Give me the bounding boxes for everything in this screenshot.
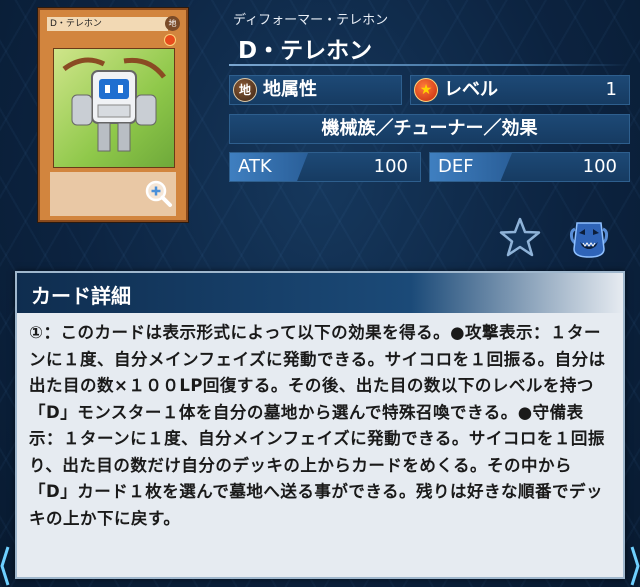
level-value: 1: [605, 79, 617, 100]
atk-label: ATK: [230, 153, 308, 181]
thumbnail-attribute-icon: 地: [165, 16, 180, 31]
def-value: 100: [582, 156, 617, 177]
attribute-label: 地属性: [263, 79, 317, 100]
card-detail-panel: カード詳細 ①：このカードは表示形式によって以下の効果を得る。●攻撃表示：１ター…: [15, 271, 625, 579]
magnifier-plus-icon[interactable]: [143, 178, 173, 208]
def-label: DEF: [430, 153, 512, 181]
card-artwork: [53, 48, 175, 168]
title-underline: [229, 64, 629, 66]
atk-row: ATK 100: [229, 152, 421, 182]
thumbnail-card-name: D・テレホン: [47, 17, 168, 31]
earth-attribute-icon: 地: [233, 78, 257, 102]
star-outline-icon[interactable]: [498, 215, 542, 259]
deck-pot-icon[interactable]: [566, 215, 612, 261]
level-star-icon: ★: [414, 78, 438, 102]
level-row: ★ レベル 1: [410, 75, 630, 105]
card-thumbnail[interactable]: D・テレホン 地: [38, 8, 188, 222]
atk-value: 100: [373, 156, 408, 177]
attribute-row: 地 地属性: [229, 75, 402, 105]
detail-title: カード詳細: [31, 284, 131, 308]
card-types: 機械族／チューナー／効果: [229, 114, 630, 144]
chevron-right-icon[interactable]: [630, 545, 640, 587]
card-effect-text: ①：このカードは表示形式によって以下の効果を得る。●攻撃表示：１ターンに１度、自…: [29, 323, 606, 528]
card-name-reading: ディフォーマー・テレホン: [233, 13, 389, 28]
chevron-left-icon[interactable]: [0, 545, 10, 587]
def-row: DEF 100: [429, 152, 630, 182]
thumbnail-level-star-icon: [164, 34, 176, 46]
detail-header: カード詳細: [17, 273, 623, 313]
level-label: レベル: [444, 79, 498, 100]
card-name: D・テレホン: [238, 38, 373, 64]
